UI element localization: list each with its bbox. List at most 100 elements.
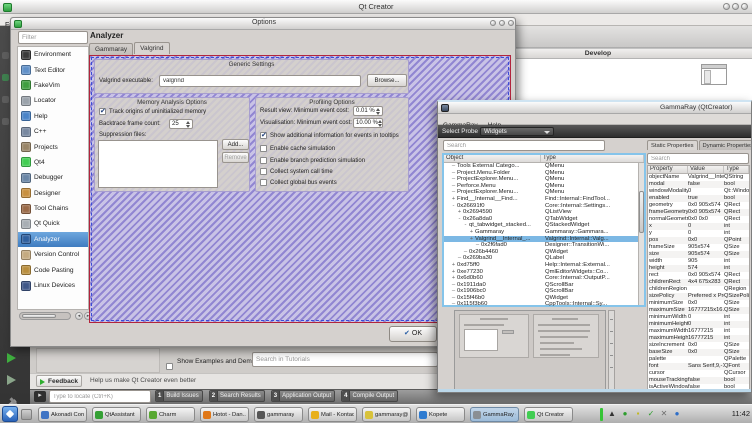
tree-expander[interactable]: - <box>462 222 469 229</box>
tree-scrollbar[interactable] <box>638 163 644 305</box>
options-category-analyzer[interactable]: Analyzer <box>18 232 88 247</box>
output-pane-application-output[interactable]: 3Application Output <box>271 390 335 402</box>
options-category-code-pasting[interactable]: Code Pasting <box>18 262 88 277</box>
property-row[interactable]: childrenRect4x4 675x283QRect <box>648 279 749 286</box>
taskbar-button-qt-creator[interactable]: Qt Creator <box>524 407 573 422</box>
property-row[interactable]: maximumHeight16777215int <box>648 335 749 342</box>
property-row[interactable]: maximumWidth16777215int <box>648 328 749 335</box>
category-list-scrollbar[interactable] <box>19 312 71 320</box>
property-row[interactable]: sizePolicyPreferred x Pre...QSizePolicy <box>648 293 749 300</box>
tab-valgrind[interactable]: Valgrind <box>134 42 169 54</box>
property-row[interactable]: baseSize0x0QSize <box>648 349 749 356</box>
options-category-projects[interactable]: Projects <box>18 139 88 154</box>
tutorials-search-input[interactable] <box>252 352 438 367</box>
tray-update-icon[interactable]: ✓ <box>646 409 656 419</box>
property-row[interactable]: paletteQPalette <box>648 356 749 363</box>
property-row[interactable]: minimumSize0x0QSize <box>648 300 749 307</box>
property-row[interactable]: frameGeometry0x0 905x574QRect <box>648 209 749 216</box>
property-row[interactable]: fontSans Serif,9,-1...QFont <box>648 363 749 370</box>
tray-klipper-icon[interactable]: ▪ <box>633 409 643 419</box>
object-tree-row[interactable]: +GammarayGammaray::Gammara... <box>444 229 644 236</box>
property-row[interactable]: geometry0x0 905x574QRect <box>648 202 749 209</box>
object-search-input[interactable] <box>443 140 605 151</box>
options-filter-input[interactable] <box>18 31 88 44</box>
close-button[interactable] <box>741 3 748 10</box>
checkbox-collect-system-call-time[interactable] <box>260 168 267 175</box>
property-row[interactable]: minimumHeight0int <box>648 321 749 328</box>
tree-expander[interactable]: + <box>468 236 475 243</box>
output-pane-search-results[interactable]: 2Search Results <box>209 390 265 402</box>
object-tree-row[interactable]: –0x1906bc0QScrollBar <box>444 288 644 295</box>
tree-expander[interactable]: + <box>450 196 457 203</box>
preview-scrollbar[interactable] <box>608 310 615 390</box>
property-row[interactable]: sizeIncrement0x0QSize <box>648 342 749 349</box>
object-tree-row[interactable]: –0x115f3b60CppTools::Internal::Sy... <box>444 301 644 308</box>
run-button[interactable] <box>7 353 16 363</box>
object-tree-row[interactable]: -0x26691f0Core::Internal::Settings... <box>444 203 644 210</box>
tree-expander[interactable]: + <box>450 275 457 282</box>
property-row[interactable]: childrenRegionQRegion <box>648 286 749 293</box>
probe-combobox[interactable]: Widgets <box>480 127 554 136</box>
options-category-version-control[interactable]: Version Control <box>18 247 88 262</box>
options-category-tool-chains[interactable]: Tool Chains <box>18 201 88 216</box>
output-pane-build-issues[interactable]: 1Build Issues <box>155 390 203 402</box>
property-row[interactable]: enabledtruebool <box>648 195 749 202</box>
object-tree-row[interactable]: –ProjectExplorer.Menu...QMenu <box>444 176 644 183</box>
object-tree-row[interactable]: –0x26b4460QWidget <box>444 249 644 256</box>
property-row[interactable]: mouseTrackingfalsebool <box>648 377 749 384</box>
property-row[interactable]: modalfalsebool <box>648 181 749 188</box>
object-tree-row[interactable]: -qt_tabwidget_stacked...QStackedWidget <box>444 222 644 229</box>
object-tree-row[interactable]: –0x269ba30QLabel <box>444 255 644 262</box>
property-row[interactable]: minimumWidth0int <box>648 314 749 321</box>
tree-expander[interactable]: + <box>468 229 475 236</box>
property-row[interactable]: height574int <box>648 265 749 272</box>
property-row[interactable]: objectNameValgrind__Inte...QString <box>648 174 749 181</box>
object-tree-row[interactable]: –0x1911da0QScrollBar <box>444 282 644 289</box>
add-button[interactable]: Add... <box>222 139 249 150</box>
property-row[interactable]: normalGeometry0x0 0x0QRect <box>648 216 749 223</box>
gammaray-titlebar[interactable]: GammaRay (QtCreator) <box>438 102 751 114</box>
options-category-fakevim[interactable]: FakeVim <box>18 78 88 93</box>
ok-button[interactable]: ✔OK <box>389 326 437 342</box>
welcome-mode-icon[interactable] <box>2 52 9 59</box>
backtrace-spinbox[interactable]: 25 <box>169 119 193 129</box>
object-tree-row[interactable]: +0xd75ff0Help::Internal::External... <box>444 262 644 269</box>
checkbox-show-additional-information-for-events-in-tooltips[interactable] <box>260 132 267 139</box>
maximize-button[interactable] <box>732 3 739 10</box>
property-row[interactable]: frameSize905x574QSize <box>648 244 749 251</box>
property-row[interactable]: y0int <box>648 230 749 237</box>
options-category-text-editor[interactable]: Text Editor <box>18 62 88 77</box>
options-category-linux-devices[interactable]: Linux Devices <box>18 278 88 293</box>
checkbox-enable-branch-prediction-simulation[interactable] <box>260 157 267 164</box>
tray-arrow-icon[interactable]: ▲ <box>607 409 617 419</box>
property-row[interactable]: maximumSize16777215x16...QSize <box>648 307 749 314</box>
dialog-close-button[interactable] <box>508 20 514 26</box>
options-category-c[interactable]: C++ <box>18 124 88 139</box>
object-tree-row[interactable]: –Perforce.MenuQMenu <box>444 183 644 190</box>
object-tree-row[interactable]: –Project.Menu.FolderQMenu <box>444 170 644 177</box>
tree-expander[interactable]: + <box>456 209 463 216</box>
options-category-environment[interactable]: Environment <box>18 47 88 62</box>
options-category-qt-quick[interactable]: Qt Quick <box>18 216 88 231</box>
suppression-files-list[interactable] <box>98 140 218 188</box>
qtcreator-titlebar[interactable]: Qt Creator <box>0 0 752 14</box>
property-row[interactable]: width905int <box>648 258 749 265</box>
property-table-header[interactable]: Property Value Type <box>648 166 749 174</box>
property-row[interactable]: size905x574QSize <box>648 251 749 258</box>
locator-input[interactable] <box>49 390 151 403</box>
options-category-help[interactable]: Help <box>18 109 88 124</box>
debug-run-button[interactable] <box>7 375 16 385</box>
property-search-input[interactable] <box>647 153 749 164</box>
result-view-spinbox[interactable]: 0.01 % <box>353 106 383 116</box>
taskbar-button-hotot-dan[interactable]: Hotot - Dan.. <box>200 407 249 422</box>
scroll-left-button[interactable]: ◂ <box>75 312 83 320</box>
show-desktop-icon[interactable] <box>21 409 32 420</box>
object-tree-header[interactable]: Object Type <box>444 155 644 163</box>
taskbar-button-mail-kontact[interactable]: Mail - Kontact <box>308 407 357 422</box>
object-tree-row[interactable]: +Valgrind__Internal_...Valgrind::Interna… <box>444 236 644 243</box>
tab-static-properties[interactable]: Static Properties <box>647 140 698 150</box>
tab-dynamic-properties[interactable]: Dynamic Properties <box>699 140 752 150</box>
tray-network-icon[interactable]: ● <box>672 409 682 419</box>
checkbox-collect-global-bus-events[interactable] <box>260 179 267 186</box>
options-category-designer[interactable]: Designer <box>18 186 88 201</box>
